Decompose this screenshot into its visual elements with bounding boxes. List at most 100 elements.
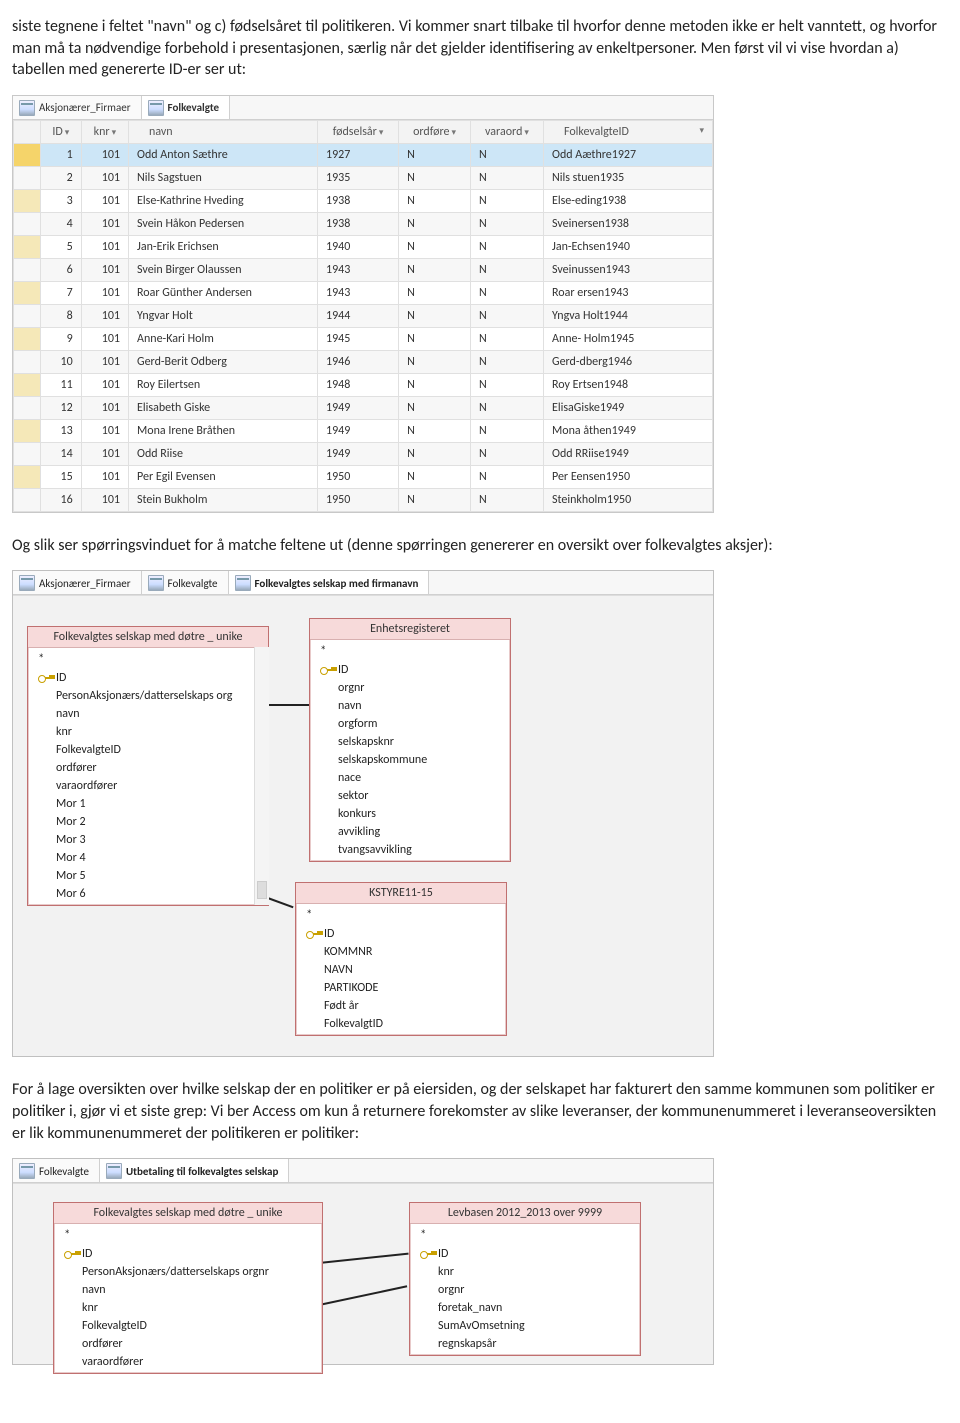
- table-row[interactable]: 13101Mona Irene Bråthen1949NNMona åthen1…: [14, 419, 713, 442]
- cell[interactable]: Odd Anton Sæthre: [129, 143, 318, 166]
- cell[interactable]: N: [470, 189, 543, 212]
- cell[interactable]: 1948: [318, 373, 399, 396]
- cell[interactable]: 3: [41, 189, 82, 212]
- tab-aksjonarer-firmaer[interactable]: Aksjonærer_Firmaer: [13, 571, 142, 594]
- cell[interactable]: Gerd-Berit Odberg: [129, 350, 318, 373]
- cell[interactable]: Else-eding1938: [544, 189, 713, 212]
- cell[interactable]: 1943: [318, 281, 399, 304]
- tablebox-folkevalgtes-selskap[interactable]: Folkevalgtes selskap med døtre _ unike *…: [53, 1202, 323, 1374]
- field-item[interactable]: selskapskommune: [310, 751, 510, 769]
- cell[interactable]: 101: [81, 327, 128, 350]
- scrollbar[interactable]: [254, 647, 269, 905]
- field-star[interactable]: *: [54, 1226, 322, 1245]
- field-item[interactable]: SumAvOmsetning: [410, 1317, 640, 1335]
- scrollbar-thumb[interactable]: [257, 881, 267, 899]
- row-selector[interactable]: [14, 235, 41, 258]
- field-item[interactable]: Mor 4: [28, 849, 268, 867]
- cell[interactable]: N: [399, 166, 471, 189]
- cell[interactable]: Roy Eilertsen: [129, 373, 318, 396]
- field-item[interactable]: regnskapsår: [410, 1335, 640, 1353]
- col-header[interactable]: navn: [129, 120, 318, 143]
- table-row[interactable]: 10101Gerd-Berit Odberg1946NNGerd-dberg19…: [14, 350, 713, 373]
- cell[interactable]: N: [399, 281, 471, 304]
- field-item[interactable]: PersonAksjonærs/datterselskaps org: [28, 687, 268, 705]
- cell[interactable]: 1950: [318, 465, 399, 488]
- field-star[interactable]: *: [28, 650, 268, 669]
- cell[interactable]: 1943: [318, 258, 399, 281]
- data-table[interactable]: ID▾ knr▾ navn fødselsår▾ ordføre▾ varaor…: [13, 120, 713, 512]
- field-item[interactable]: FolkevalgtID: [296, 1015, 506, 1033]
- field-item[interactable]: PersonAksjonærs/datterselskaps orgnr: [54, 1263, 322, 1281]
- tablebox-enhetsregisteret[interactable]: Enhetsregisteret *IDorgnrnavnorgformsels…: [309, 618, 511, 862]
- field-item[interactable]: varaordfører: [28, 777, 268, 795]
- col-header[interactable]: ordføre▾: [399, 120, 471, 143]
- field-item[interactable]: Mor 6: [28, 885, 268, 903]
- tablebox-levbasen[interactable]: Levbasen 2012_2013 over 9999 *IDknrorgnr…: [409, 1202, 641, 1356]
- cell[interactable]: 101: [81, 258, 128, 281]
- field-item[interactable]: FolkevalgteID: [28, 741, 268, 759]
- cell[interactable]: 101: [81, 442, 128, 465]
- col-header[interactable]: fødselsår▾: [318, 120, 399, 143]
- row-selector[interactable]: [14, 166, 41, 189]
- cell[interactable]: N: [470, 373, 543, 396]
- row-selector[interactable]: [14, 488, 41, 511]
- tab-folkevalgte[interactable]: Folkevalgte: [142, 96, 231, 119]
- cell[interactable]: 1949: [318, 396, 399, 419]
- field-item[interactable]: foretak_navn: [410, 1299, 640, 1317]
- cell[interactable]: Elisabeth Giske: [129, 396, 318, 419]
- cell[interactable]: Jan-Echsen1940: [544, 235, 713, 258]
- table-row[interactable]: 5101Jan-Erik Erichsen1940NNJan-Echsen194…: [14, 235, 713, 258]
- row-selector[interactable]: [14, 396, 41, 419]
- cell[interactable]: 6: [41, 258, 82, 281]
- cell[interactable]: N: [399, 235, 471, 258]
- cell[interactable]: Anne- Holm1945: [544, 327, 713, 350]
- field-item[interactable]: knr: [28, 723, 268, 741]
- cell[interactable]: 13: [41, 419, 82, 442]
- field-item[interactable]: ID: [54, 1245, 322, 1263]
- cell[interactable]: Roy Ertsen1948: [544, 373, 713, 396]
- field-item[interactable]: orgform: [310, 715, 510, 733]
- field-item[interactable]: navn: [310, 697, 510, 715]
- field-item[interactable]: avvikling: [310, 823, 510, 841]
- row-selector[interactable]: [14, 212, 41, 235]
- row-selector[interactable]: [14, 281, 41, 304]
- field-star[interactable]: *: [410, 1226, 640, 1245]
- field-item[interactable]: selskapsknr: [310, 733, 510, 751]
- field-item[interactable]: tvangsavvikling: [310, 841, 510, 859]
- cell[interactable]: 11: [41, 373, 82, 396]
- cell[interactable]: N: [470, 419, 543, 442]
- table-row[interactable]: 2101Nils Sagstuen1935NNNils stuen1935: [14, 166, 713, 189]
- cell[interactable]: ElisaGiske1949: [544, 396, 713, 419]
- cell[interactable]: 1938: [318, 189, 399, 212]
- col-header[interactable]: knr▾: [81, 120, 128, 143]
- col-header[interactable]: varaord▾: [470, 120, 543, 143]
- col-header[interactable]: FolkevalgteID▾: [544, 120, 713, 143]
- cell[interactable]: Odd Riise: [129, 442, 318, 465]
- table-row[interactable]: 3101Else-Kathrine Hveding1938NNElse-edin…: [14, 189, 713, 212]
- cell[interactable]: 14: [41, 442, 82, 465]
- cell[interactable]: 1927: [318, 143, 399, 166]
- cell[interactable]: N: [470, 212, 543, 235]
- cell[interactable]: 1945: [318, 327, 399, 350]
- cell[interactable]: 1950: [318, 488, 399, 511]
- cell[interactable]: N: [399, 465, 471, 488]
- row-selector[interactable]: [14, 143, 41, 166]
- tab-folkevalgte[interactable]: Folkevalgte: [13, 1159, 100, 1182]
- tab-folkevalgtes-selskap-med-firmanavn[interactable]: Folkevalgtes selskap med firmanavn: [229, 571, 430, 594]
- cell[interactable]: N: [399, 419, 471, 442]
- cell[interactable]: N: [470, 304, 543, 327]
- table-row[interactable]: 12101Elisabeth Giske1949NNElisaGiske1949: [14, 396, 713, 419]
- cell[interactable]: Nils stuen1935: [544, 166, 713, 189]
- cell[interactable]: 101: [81, 419, 128, 442]
- cell[interactable]: 1949: [318, 442, 399, 465]
- row-selector[interactable]: [14, 350, 41, 373]
- cell[interactable]: N: [470, 281, 543, 304]
- cell[interactable]: Else-Kathrine Hveding: [129, 189, 318, 212]
- table-row[interactable]: 15101Per Egil Evensen1950NNPer Eensen195…: [14, 465, 713, 488]
- field-item[interactable]: NAVN: [296, 961, 506, 979]
- cell[interactable]: Roar ersen1943: [544, 281, 713, 304]
- cell[interactable]: Per Eensen1950: [544, 465, 713, 488]
- cell[interactable]: Steinkholm1950: [544, 488, 713, 511]
- cell[interactable]: Nils Sagstuen: [129, 166, 318, 189]
- cell[interactable]: N: [470, 442, 543, 465]
